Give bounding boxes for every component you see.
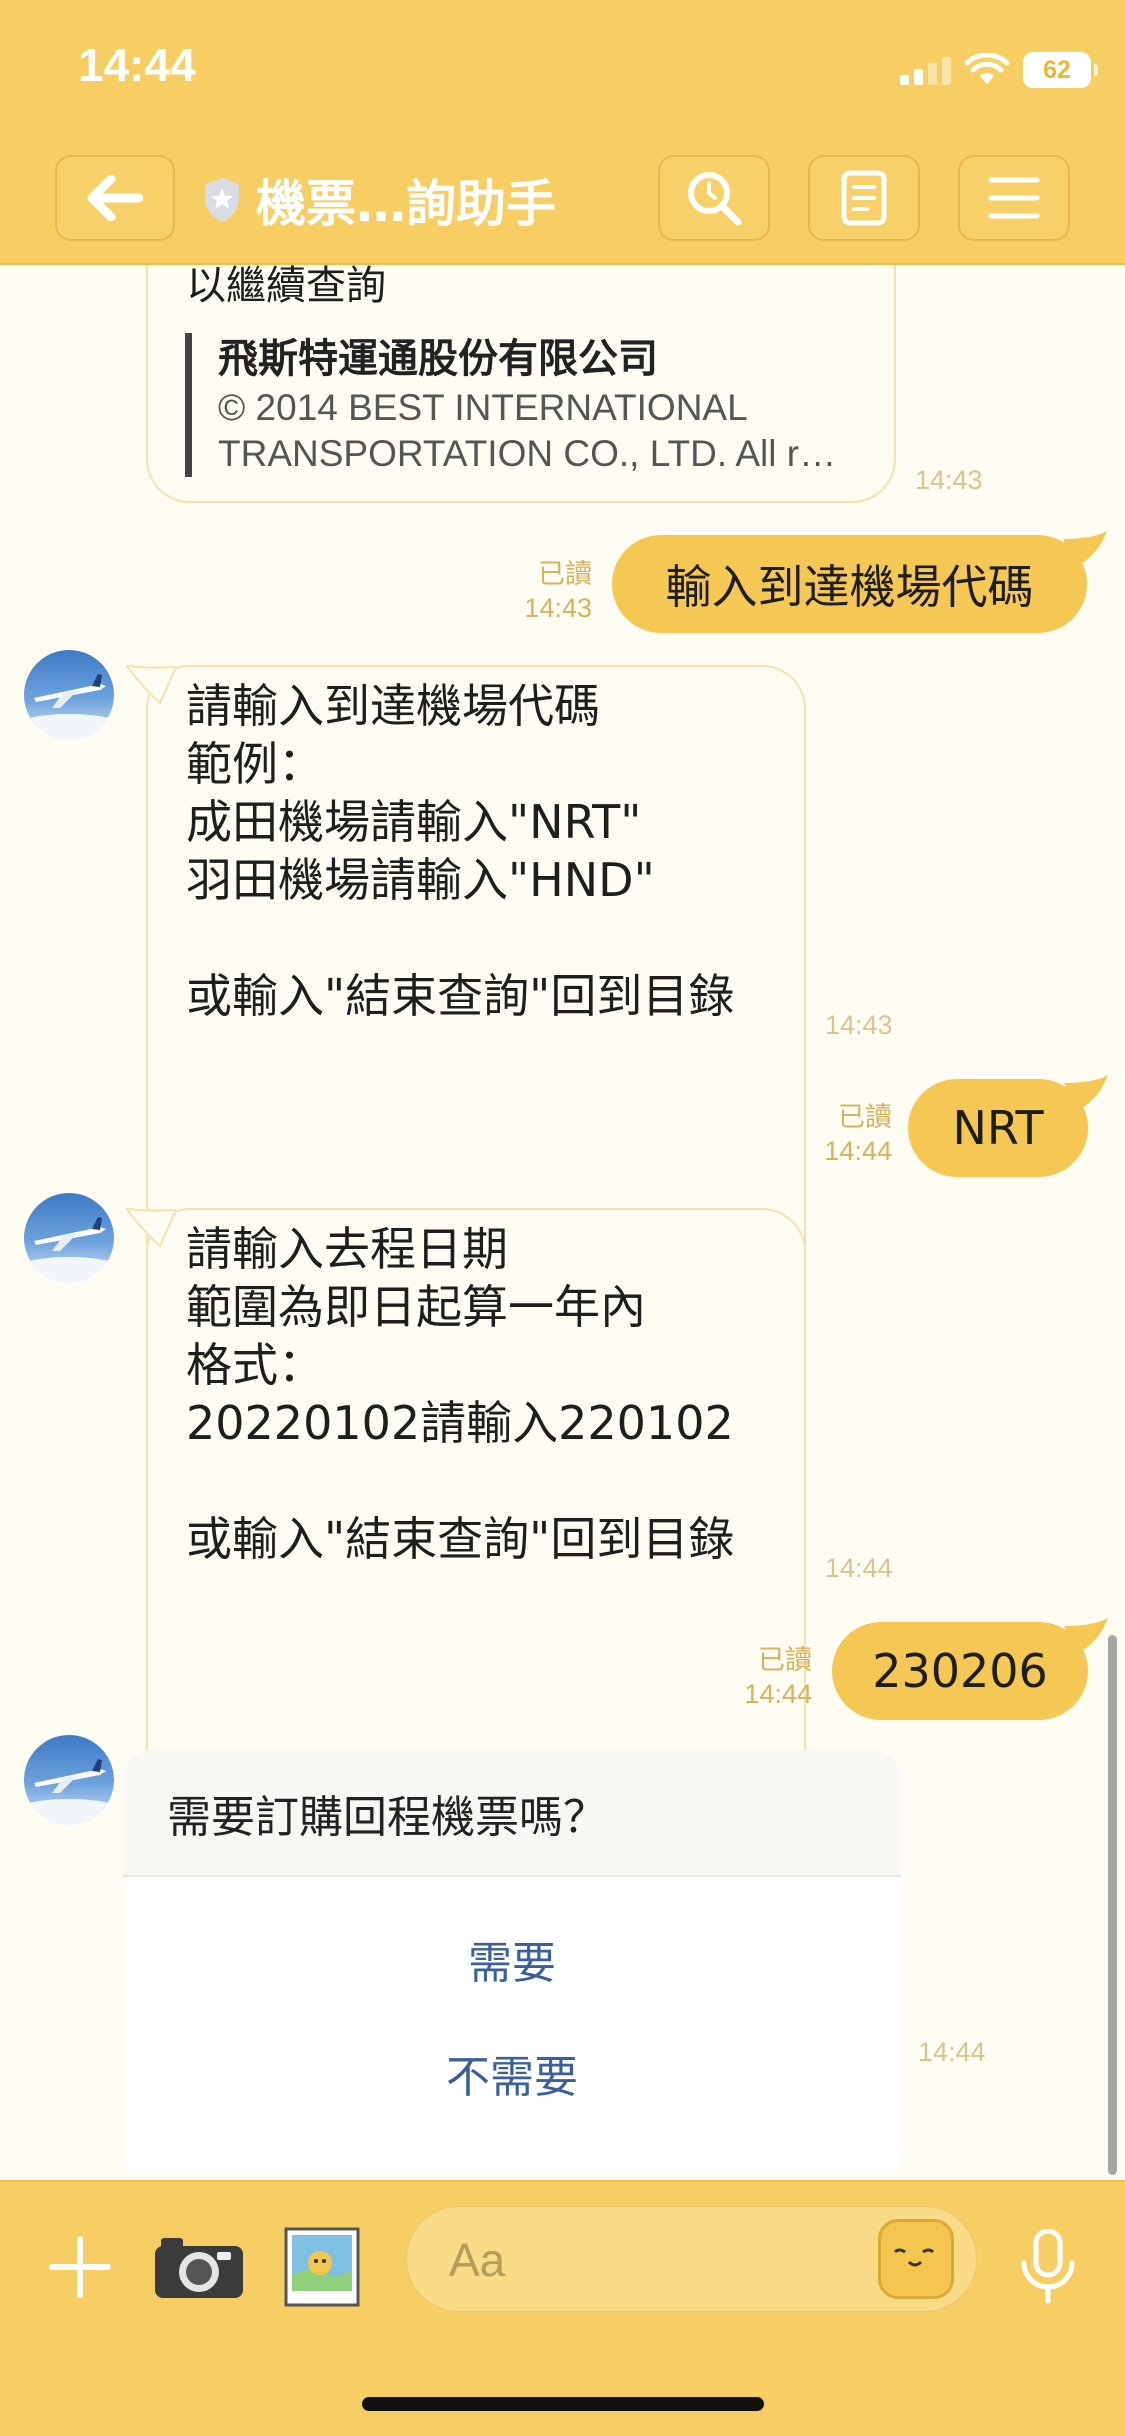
camera-icon (155, 2238, 243, 2298)
status-time: 14:44 (78, 39, 196, 91)
timestamp: 14:43 (825, 1010, 893, 1040)
message-line: 或輸入"結束查詢"回到目錄 (186, 1512, 735, 1566)
question-text: 需要訂購回程機票嗎？ (123, 1750, 901, 1877)
bubble-tail (1064, 1618, 1108, 1654)
option-yes-button[interactable]: 需要 (123, 1927, 901, 1991)
signal-icon (900, 55, 951, 85)
message-line: 請輸入去程日期 (186, 1222, 508, 1276)
bubble-tail (126, 1208, 176, 1248)
timestamp: 14:44 (744, 1679, 812, 1709)
sticker-icon (893, 2248, 935, 2267)
back-arrow-icon (87, 175, 143, 221)
message-line: 羽田機場請輸入"HND" (186, 853, 655, 907)
message-line (186, 1452, 804, 1510)
search-button[interactable] (658, 155, 770, 241)
timestamp: 14:44 (918, 2037, 986, 2067)
message-line: 成田機場請輸入"NRT" (186, 795, 642, 849)
message-line: 或輸入"結束查詢"回到目錄 (186, 969, 735, 1023)
bot-avatar[interactable] (24, 1193, 114, 1283)
read-status: 已讀 (838, 1102, 892, 1132)
add-button[interactable] (40, 2222, 120, 2312)
card-company-block: 飛斯特運通股份有限公司 © 2014 BEST INTERNATIONAL TR… (185, 333, 836, 477)
message-line: 20220102請輸入220102 (186, 1396, 734, 1450)
option-no-button[interactable]: 不需要 (123, 2041, 901, 2105)
microphone-icon (1021, 2229, 1075, 2304)
message-meta: 已讀 14:43 (480, 557, 592, 625)
bubble-tail (1063, 531, 1107, 567)
notes-icon (841, 170, 887, 226)
page-title: 機票…詢助手 (256, 175, 556, 233)
sticker-button[interactable] (878, 2219, 954, 2299)
bot-avatar[interactable] (24, 650, 114, 740)
read-status: 已讀 (758, 1645, 812, 1675)
timestamp: 14:44 (825, 1553, 893, 1583)
camera-button[interactable] (152, 2222, 246, 2312)
wifi-icon (965, 53, 1009, 84)
timestamp: 14:43 (915, 465, 983, 495)
card-subtitle-2: TRANSPORTATION CO., LTD. All r… (218, 433, 837, 474)
message-input-wrapper (405, 2205, 978, 2313)
outgoing-message[interactable]: NRT (908, 1075, 1108, 1177)
shield-icon (205, 178, 239, 222)
message-text: 230206 (872, 1644, 1048, 1698)
message-line: 請輸入到達機場代碼 (186, 679, 600, 733)
bubble-tail (1064, 1075, 1108, 1111)
card-partial-text: 以繼續查詢 (186, 265, 386, 309)
search-icon (688, 172, 742, 226)
read-status: 已讀 (538, 559, 592, 589)
scrollbar[interactable] (1108, 1635, 1117, 2175)
notes-button[interactable] (808, 155, 920, 241)
chat-title[interactable]: 機票…詢助手 (202, 165, 556, 235)
outgoing-message[interactable]: 230206 (832, 1618, 1108, 1720)
message-meta: 已讀 14:44 (780, 1100, 892, 1168)
airplane-icon (24, 1759, 114, 1825)
plus-icon (49, 2236, 111, 2298)
message-line (186, 909, 804, 967)
home-indicator (362, 2397, 764, 2411)
photo-button[interactable] (283, 2222, 361, 2312)
bubble-tail (126, 665, 176, 705)
airplane-icon (24, 1217, 114, 1283)
timestamp: 14:44 (824, 1136, 892, 1166)
card-subtitle-1: © 2014 BEST INTERNATIONAL (218, 387, 748, 428)
card-company: 飛斯特運通股份有限公司 (218, 336, 658, 382)
voice-button[interactable] (1008, 2222, 1088, 2312)
message-input[interactable] (447, 2221, 851, 2299)
message-line: 格式： (186, 1338, 324, 1392)
message-line: 範例： (186, 737, 324, 791)
quick-reply-card: 需要訂購回程機票嗎？ 需要 不需要 (123, 1750, 901, 2170)
top-bar: 14:44 62 機票…詢助手 (0, 0, 1125, 265)
chat-area[interactable]: 以繼續查詢 飛斯特運通股份有限公司 © 2014 BEST INTERNATIO… (0, 265, 1125, 2180)
message-text: NRT (952, 1101, 1044, 1155)
bot-avatar[interactable] (24, 1735, 114, 1825)
status-icons: 62 (900, 48, 1098, 92)
menu-icon (988, 177, 1040, 219)
photo-icon (284, 2227, 360, 2307)
message-text: 輸入到達機場代碼 (665, 560, 1034, 614)
menu-button[interactable] (958, 155, 1070, 241)
message-line: 範圍為即日起算一年內 (186, 1280, 646, 1334)
timestamp: 14:43 (524, 593, 592, 623)
battery-indicator: 62 (1023, 52, 1098, 88)
back-button[interactable] (55, 155, 175, 241)
airplane-icon (24, 674, 114, 740)
outgoing-message[interactable]: 輸入到達機場代碼 (612, 531, 1107, 633)
message-meta: 已讀 14:44 (700, 1643, 812, 1711)
